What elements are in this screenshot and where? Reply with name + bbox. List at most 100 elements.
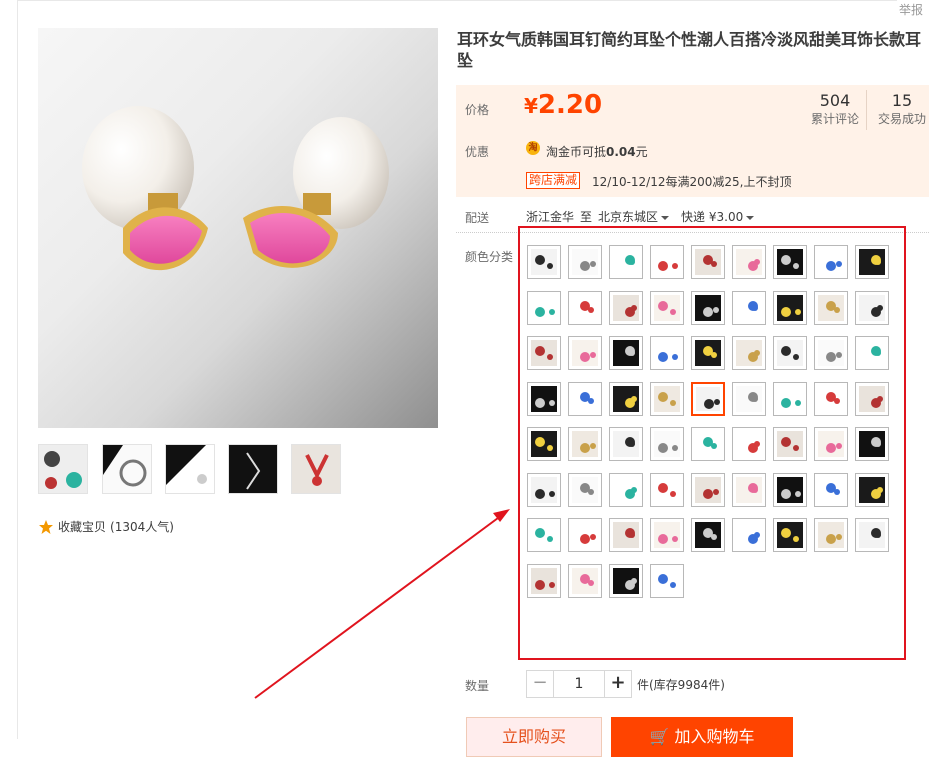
sku-option[interactable] [568, 336, 602, 370]
reviews-stat[interactable]: 504 累计评论 [808, 91, 862, 127]
sku-option[interactable] [527, 290, 561, 325]
sku-option[interactable] [568, 290, 602, 325]
sku-option[interactable] [650, 290, 684, 325]
buy-now-button[interactable]: 立即购买 [466, 717, 602, 757]
reviews-count: 504 [819, 91, 851, 110]
quantity-input[interactable]: 1 [554, 670, 604, 698]
sku-option[interactable] [773, 381, 807, 416]
sku-option[interactable] [568, 472, 602, 507]
sku-option[interactable] [527, 245, 561, 279]
sku-option[interactable] [568, 381, 602, 416]
sku-option[interactable] [773, 245, 807, 279]
sku-option[interactable] [609, 563, 643, 598]
thumbnail-5[interactable] [291, 444, 341, 494]
sku-option[interactable] [691, 472, 725, 507]
quantity-decrease-button[interactable]: − [526, 670, 554, 698]
sku-option[interactable] [650, 518, 684, 552]
sku-option[interactable] [609, 427, 643, 461]
sku-option[interactable] [814, 336, 848, 370]
quantity-label: 数量 [465, 679, 490, 693]
sku-option[interactable] [855, 381, 889, 416]
sku-option[interactable] [855, 336, 889, 370]
thumbnail-2[interactable] [102, 444, 152, 494]
top-border [17, 0, 897, 1]
price-value: 2.20 [537, 90, 603, 120]
shipping-method-select[interactable]: 快递 ¥3.00 [681, 208, 755, 225]
sku-option[interactable] [568, 427, 602, 461]
sku-option[interactable] [732, 290, 766, 325]
destination-select[interactable]: 北京东城区 [598, 208, 670, 225]
sku-option[interactable] [609, 472, 643, 507]
thumbnail-4[interactable] [228, 444, 278, 494]
sku-option[interactable] [732, 245, 766, 279]
sku-option[interactable] [650, 336, 684, 370]
sku-option[interactable] [609, 245, 643, 279]
sku-option[interactable] [527, 472, 561, 507]
sku-option[interactable] [814, 290, 848, 325]
sku-option[interactable] [855, 427, 889, 461]
sku-option[interactable] [609, 336, 643, 370]
sku-color-label: 颜色分类 [465, 250, 514, 264]
sku-option[interactable] [732, 518, 766, 552]
thumbnail-1[interactable] [38, 444, 88, 494]
sku-option[interactable] [773, 518, 807, 552]
sku-option[interactable] [814, 472, 848, 507]
sku-option[interactable] [650, 563, 684, 598]
favorite-button[interactable]: 收藏宝贝 (1304人气) [38, 518, 174, 535]
sku-option[interactable] [691, 245, 725, 279]
coin-offer: 淘金币可抵0.04元 [546, 143, 648, 160]
stock-text: 件(库存9984件) [637, 678, 725, 692]
thumbnail-3[interactable] [165, 444, 215, 494]
shop-promo-text: 12/10-12/12每满200减25,上不封顶 [592, 175, 792, 189]
coin-offer-prefix: 淘金币可抵 [546, 145, 607, 159]
sku-option[interactable] [773, 472, 807, 507]
sku-option[interactable] [691, 427, 725, 461]
sku-option[interactable] [732, 336, 766, 370]
sku-option[interactable] [650, 427, 684, 461]
sku-option[interactable] [609, 290, 643, 325]
sku-option[interactable] [814, 381, 848, 416]
sku-option[interactable] [732, 472, 766, 507]
sku-option[interactable] [527, 427, 561, 461]
star-icon [39, 519, 53, 534]
chevron-down-icon [746, 215, 755, 220]
sku-option[interactable] [609, 518, 643, 552]
price-currency: ¥ [524, 94, 538, 118]
sku-option[interactable] [773, 427, 807, 461]
sku-option[interactable] [691, 381, 725, 416]
sku-option[interactable] [568, 563, 602, 598]
sku-option[interactable] [773, 336, 807, 370]
sku-option[interactable] [650, 245, 684, 279]
sku-option[interactable] [691, 518, 725, 552]
sku-option[interactable] [527, 381, 561, 416]
sku-option[interactable] [732, 427, 766, 461]
sku-option[interactable] [732, 381, 766, 416]
chevron-down-icon [661, 215, 670, 220]
sku-option[interactable] [527, 563, 561, 598]
sku-option[interactable] [527, 518, 561, 552]
sku-option[interactable] [814, 518, 848, 552]
report-link[interactable]: 举报 [899, 1, 923, 18]
sku-option[interactable] [814, 427, 848, 461]
sku-option[interactable] [527, 336, 561, 370]
sku-option[interactable] [855, 472, 889, 507]
sku-option[interactable] [650, 381, 684, 416]
sku-option[interactable] [691, 336, 725, 370]
quantity-increase-button[interactable]: + [604, 670, 632, 698]
sku-option[interactable] [568, 518, 602, 552]
sku-option[interactable] [855, 518, 889, 552]
shipping-from: 浙江金华 [526, 210, 575, 224]
sku-option[interactable] [855, 290, 889, 325]
sku-option[interactable] [691, 290, 725, 325]
favorite-text: 收藏宝贝 [58, 520, 107, 534]
divider [456, 232, 929, 233]
sku-option[interactable] [650, 472, 684, 507]
sku-option[interactable] [855, 245, 889, 279]
cart-icon: 🛒 [649, 727, 670, 746]
sku-option[interactable] [609, 381, 643, 416]
add-to-cart-button[interactable]: 🛒 加入购物车 [611, 717, 793, 757]
sku-option[interactable] [568, 245, 602, 279]
shipping-method-text: 快递 ¥3.00 [681, 210, 744, 224]
sku-option[interactable] [773, 290, 807, 325]
sku-option[interactable] [814, 245, 848, 279]
